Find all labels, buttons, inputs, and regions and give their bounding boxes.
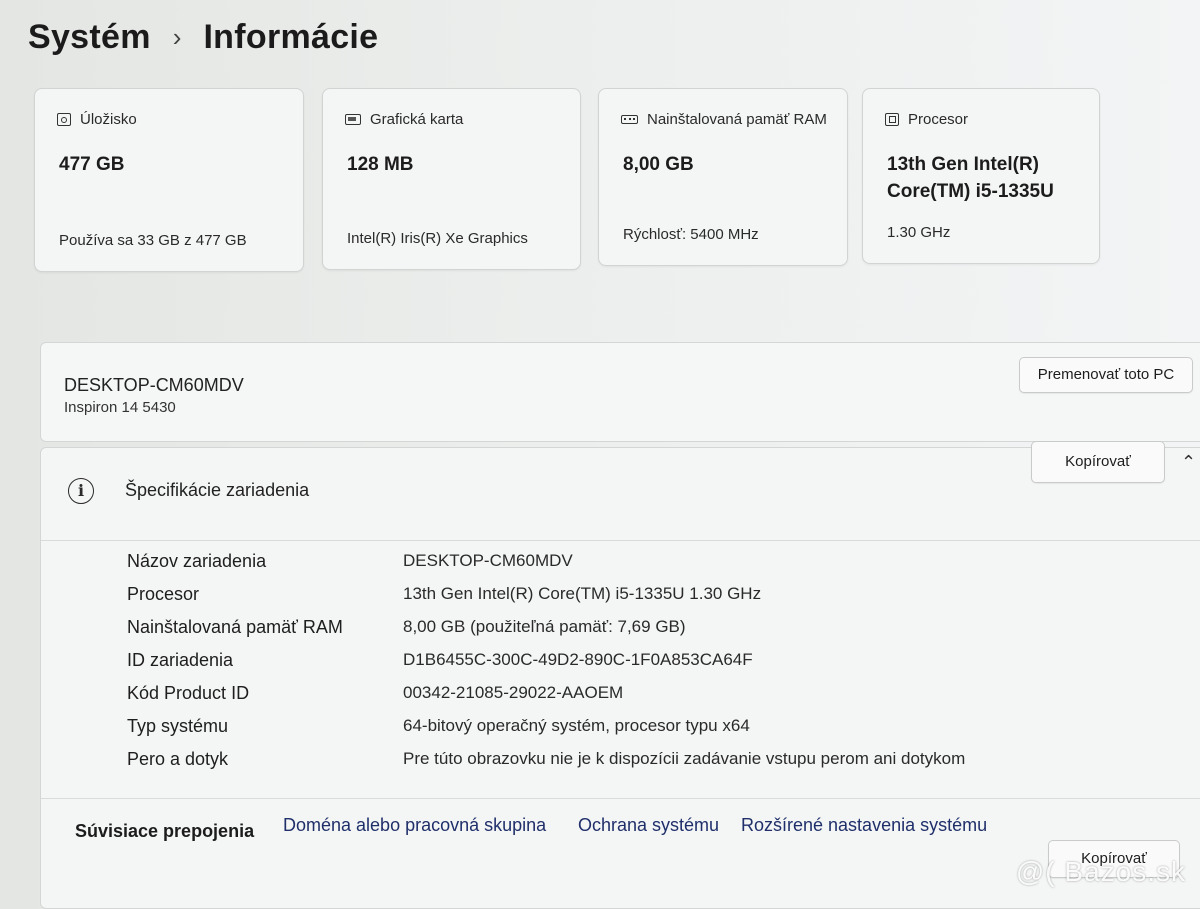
card-value-line: 13th Gen Intel(R) (887, 154, 1040, 175)
card-header: Nainštalovaná pamäť RAM (621, 111, 827, 128)
card-detail: 1.30 GHz (887, 224, 951, 241)
spec-label: ID zariadenia (127, 650, 234, 670)
breadcrumb-system[interactable]: Systém (28, 18, 151, 57)
card-header: Úložisko (57, 111, 137, 128)
spec-label: Nainštalovaná pamäť RAM (127, 617, 343, 637)
card-header: Procesor (885, 111, 968, 128)
storage-card[interactable]: Úložisko 477 GB Používa sa 33 GB z 477 G… (34, 88, 304, 272)
card-value-line: Core(TM) i5-1335U (887, 181, 1054, 202)
watermark: @( Bazos.sk (1015, 856, 1186, 887)
device-specs-header[interactable]: i Špecifikácie zariadenia Kopírovať ⌃ (41, 441, 1200, 541)
info-icon: i (68, 478, 94, 504)
spec-value: Pre túto obrazovku nie je k dispozícii z… (403, 749, 966, 768)
card-value: 13th Gen Intel(R) Core(TM) i5-1335U (887, 151, 1054, 205)
card-value: 8,00 GB (623, 154, 694, 175)
ram-icon (621, 115, 638, 124)
spec-value: DESKTOP-CM60MDV (403, 551, 573, 570)
device-model: Inspiron 14 5430 (64, 399, 176, 416)
card-detail: Rýchlosť: 5400 MHz (623, 226, 759, 243)
link-advanced-system-settings[interactable]: Rozšírené nastavenia systému (741, 815, 987, 836)
chevron-right-icon: › (172, 22, 182, 52)
spec-value: 64-bitový operačný systém, procesor typu… (403, 716, 750, 735)
card-value: 477 GB (59, 154, 125, 175)
card-header: Grafická karta (345, 111, 463, 128)
spec-label: Názov zariadenia (127, 551, 267, 571)
link-domain-workgroup[interactable]: Doména alebo pracovná skupina (283, 815, 546, 836)
card-title: Úložisko (80, 111, 137, 128)
rename-pc-button[interactable]: Premenovať toto PC (1019, 357, 1193, 393)
card-detail: Používa sa 33 GB z 477 GB (59, 232, 247, 249)
spec-label: Procesor (127, 584, 200, 604)
spec-value: 00342-21085-29022-AAOEM (403, 683, 624, 702)
device-specs-title: Špecifikácie zariadenia (125, 480, 310, 500)
chevron-up-icon[interactable]: ⌃ (1181, 452, 1196, 473)
card-detail: Intel(R) Iris(R) Xe Graphics (347, 230, 528, 247)
processor-card[interactable]: Procesor 13th Gen Intel(R) Core(TM) i5-1… (862, 88, 1100, 264)
storage-icon (57, 113, 71, 126)
card-title: Grafická karta (370, 111, 464, 128)
graphics-card-icon (345, 114, 361, 125)
spec-value: D1B6455C-300C-49D2-890C-1F0A853CA64F (403, 650, 753, 669)
related-links: Súvisiace prepojenia Doména alebo pracov… (41, 798, 1200, 859)
device-specs-panel: i Špecifikácie zariadenia Kopírovať ⌃ Ná… (40, 441, 1200, 909)
spec-label: Typ systému (127, 716, 229, 736)
related-links-title: Súvisiace prepojenia (75, 821, 255, 841)
ram-card[interactable]: Nainštalovaná pamäť RAM 8,00 GB Rýchlosť… (598, 88, 848, 266)
copy-specs-button[interactable]: Kopírovať (1031, 441, 1165, 483)
breadcrumb: Systém › Informácie (28, 18, 378, 57)
card-title: Nainštalovaná pamäť RAM (647, 111, 827, 128)
card-title: Procesor (908, 111, 969, 128)
device-name-panel: DESKTOP-CM60MDV Inspiron 14 5430 Premeno… (40, 342, 1200, 442)
spec-value: 13th Gen Intel(R) Core(TM) i5-1335U 1.30… (403, 584, 762, 603)
graphics-card-card[interactable]: Grafická karta 128 MB Intel(R) Iris(R) X… (322, 88, 581, 270)
page-title: Informácie (203, 18, 379, 56)
spec-value: 8,00 GB (použiteľná pamäť: 7,69 GB) (403, 617, 686, 636)
link-system-protection[interactable]: Ochrana systému (578, 815, 719, 836)
spec-label: Kód Product ID (127, 683, 250, 703)
card-value: 128 MB (347, 154, 414, 175)
processor-icon (885, 113, 899, 126)
spec-label: Pero a dotyk (127, 749, 229, 769)
device-name: DESKTOP-CM60MDV (64, 375, 244, 395)
